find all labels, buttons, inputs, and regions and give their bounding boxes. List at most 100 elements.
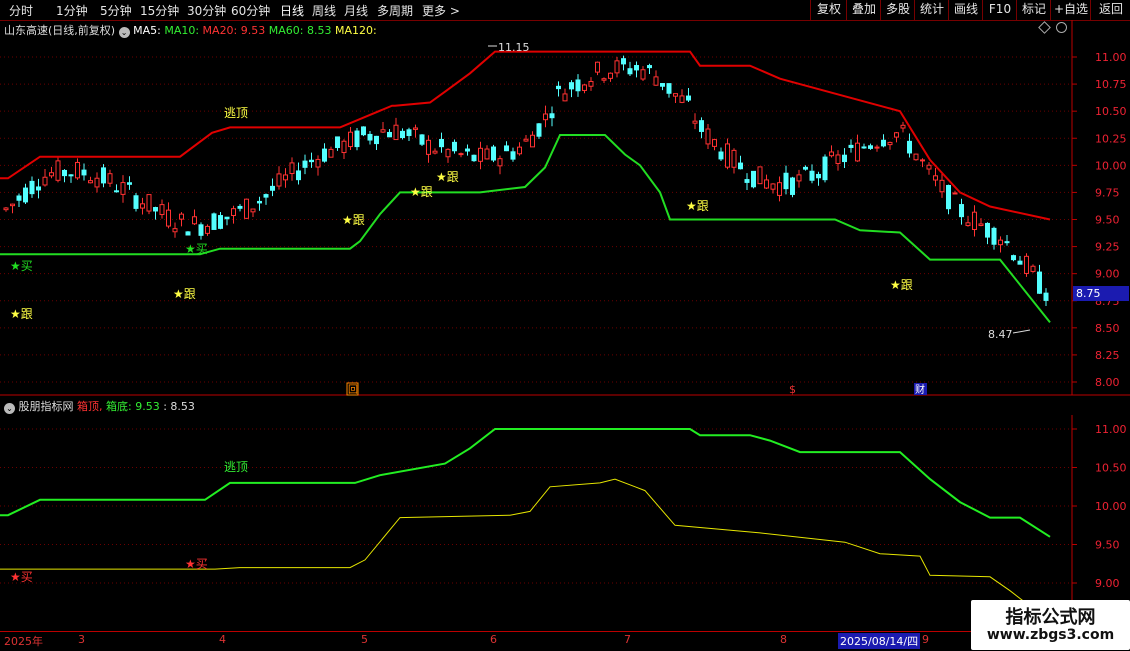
candle-body	[861, 146, 867, 149]
candle-body	[315, 158, 321, 168]
high-price-label: 11.15	[498, 41, 530, 54]
candle-body	[120, 182, 126, 195]
candle-body	[270, 185, 275, 191]
date-label-jul: 7	[624, 633, 631, 646]
candle-body	[29, 180, 35, 195]
candle-body	[900, 124, 906, 129]
candle-body	[907, 140, 912, 154]
tab-timeframe-monthly[interactable]: 月线	[344, 2, 368, 19]
back-button[interactable]: 返回	[1090, 0, 1130, 20]
candle-body	[634, 65, 639, 71]
overlay-button[interactable]: 叠加	[846, 0, 881, 20]
candle-body	[744, 179, 750, 183]
indicator-axis-label: 9.50	[1095, 539, 1120, 552]
statistics-button[interactable]: 统计	[914, 0, 949, 20]
candle-body	[55, 160, 61, 181]
candle-body	[777, 182, 782, 196]
candle-body	[575, 79, 581, 92]
date-label-apr: 4	[219, 633, 226, 646]
candle-body	[458, 153, 464, 156]
candle-body	[348, 131, 353, 148]
candle-body	[75, 161, 80, 179]
candle-body	[679, 95, 685, 103]
tab-timeframe-daily[interactable]: 日线	[280, 2, 304, 19]
multi-stock-button[interactable]: 多股	[880, 0, 915, 20]
candle-body	[868, 145, 873, 149]
follow-signal: ★跟	[173, 287, 196, 301]
candle-body	[406, 129, 412, 137]
candle-body	[933, 175, 938, 181]
candle-body	[127, 182, 132, 185]
candle-body	[952, 192, 958, 195]
candle-body	[504, 145, 509, 152]
draw-line-button[interactable]: 画线	[948, 0, 983, 20]
candle-body	[439, 138, 444, 148]
candle-body	[68, 174, 74, 177]
candle-body	[621, 58, 626, 65]
candle-body	[549, 113, 555, 119]
candle-body	[244, 198, 249, 219]
candle-body	[218, 215, 223, 229]
date-label-aug: 8	[780, 633, 787, 646]
candle-body	[653, 76, 659, 86]
candle-body	[159, 204, 165, 216]
low-price-pointer	[1012, 329, 1031, 334]
candle-body	[595, 61, 600, 73]
fuquan-button[interactable]: 复权	[810, 0, 847, 20]
candle-body	[185, 231, 191, 236]
chevron-down-icon[interactable]: ⌄	[4, 403, 15, 414]
candle-body	[705, 128, 711, 145]
candle-body	[94, 177, 100, 188]
tab-timeframe-more[interactable]: 更多 >	[422, 2, 460, 19]
low-price-label: 8.47	[988, 328, 1013, 341]
candle-body	[322, 148, 327, 162]
candle-body	[62, 169, 67, 177]
candle-body	[153, 207, 158, 212]
candle-body	[608, 72, 613, 79]
candle-body	[471, 154, 477, 162]
candle-body	[712, 139, 717, 147]
buy-signal: ★买	[10, 259, 33, 273]
candle-body	[926, 164, 932, 170]
main-axis-label: 8.50	[1095, 322, 1120, 335]
add-watchlist-button[interactable]: +自选	[1050, 0, 1091, 20]
tab-timeframe-30min[interactable]: 30分钟	[187, 2, 226, 19]
candle-body	[569, 82, 574, 90]
candle-body	[367, 133, 373, 141]
tab-timeframe-60min[interactable]: 60分钟	[231, 2, 270, 19]
candle-body	[211, 213, 217, 230]
main-axis-label: 8.25	[1095, 349, 1120, 362]
candle-body	[478, 147, 483, 162]
candle-body	[309, 159, 314, 163]
mark-button[interactable]: 标记	[1016, 0, 1051, 20]
main-axis-label: 9.50	[1095, 214, 1120, 227]
candle-body	[192, 216, 197, 225]
candle-body	[1011, 255, 1016, 261]
candle-body	[855, 142, 860, 162]
candle-body	[387, 131, 392, 138]
indicator-axis-label: 10.50	[1095, 462, 1127, 475]
candle-body	[725, 143, 730, 168]
indicator-name: 股朋指标网	[18, 400, 74, 413]
candle-body	[809, 170, 815, 181]
tab-timeframe-15min[interactable]: 15分钟	[140, 2, 179, 19]
candle-body	[757, 166, 763, 185]
main-chart: 11.00 10.75 10.50 10.25 10.00 9.75 9.50 9.25 9.0…	[0, 20, 1130, 396]
candle-body	[114, 190, 119, 193]
tab-timeframe-1min[interactable]: 1分钟	[56, 2, 88, 19]
indicator-extra-label: : 8.53	[163, 400, 195, 413]
candle-body	[445, 148, 451, 158]
f10-button[interactable]: F10	[982, 0, 1017, 20]
candle-body	[920, 159, 925, 162]
tab-timeframe-weekly[interactable]: 周线	[312, 2, 336, 19]
candle-body	[237, 205, 243, 209]
candle-body	[770, 183, 776, 190]
tab-timeframe-multi[interactable]: 多周期	[377, 2, 413, 19]
candle-body	[965, 222, 971, 227]
tab-timeframe-fenshi[interactable]: 分时	[9, 2, 33, 19]
indicator-axis-label: 11.00	[1095, 423, 1127, 436]
follow-signal: ★跟	[686, 199, 709, 213]
tab-timeframe-5min[interactable]: 5分钟	[100, 2, 132, 19]
candle-body	[465, 148, 470, 152]
candle-body	[881, 139, 886, 147]
